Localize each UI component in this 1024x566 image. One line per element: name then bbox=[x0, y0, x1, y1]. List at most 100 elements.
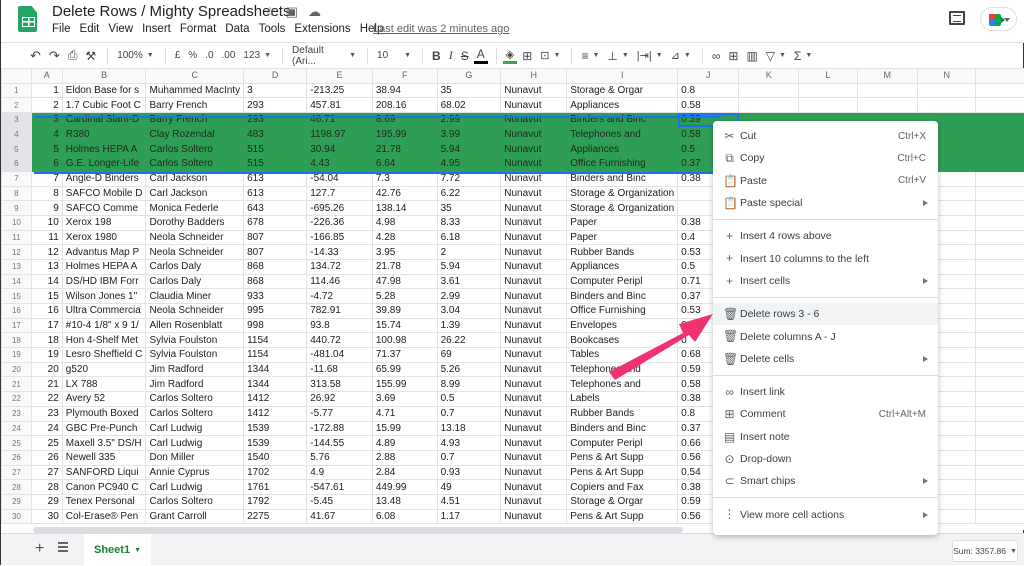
cell[interactable]: 868 bbox=[244, 274, 307, 289]
cell[interactable]: Clay Rozendal bbox=[146, 127, 244, 142]
cell[interactable]: 26 bbox=[31, 450, 62, 465]
cell[interactable]: 868 bbox=[244, 259, 307, 274]
vertical-align-icon[interactable]: ⊥▼ bbox=[604, 46, 631, 66]
column-header[interactable]: A bbox=[31, 69, 62, 84]
menu-item-smart-chips[interactable]: ⊂Smart chips bbox=[713, 470, 938, 492]
cell[interactable]: 8.69 bbox=[372, 113, 437, 128]
cell[interactable]: Appliances bbox=[567, 142, 678, 157]
cell[interactable]: 7.3 bbox=[372, 171, 437, 186]
cell[interactable]: 5.94 bbox=[437, 142, 501, 157]
cell[interactable] bbox=[976, 259, 1024, 274]
cell[interactable]: Binders and Binc bbox=[567, 421, 678, 436]
cell[interactable] bbox=[976, 406, 1024, 421]
cell[interactable]: 26.92 bbox=[307, 392, 373, 407]
currency-format-button[interactable]: £ bbox=[172, 46, 184, 66]
cell[interactable]: -144.55 bbox=[307, 436, 373, 451]
menu-item-view-more-cell-actions[interactable]: ⋮View more cell actions bbox=[713, 503, 938, 525]
row-header[interactable]: 22 bbox=[2, 392, 32, 407]
cell[interactable]: 195.99 bbox=[372, 127, 437, 142]
cell[interactable]: Wilson Jones 1" bbox=[62, 289, 146, 304]
merge-cells-icon[interactable]: ⊡▼ bbox=[537, 46, 563, 66]
comment-history-icon[interactable] bbox=[949, 11, 965, 25]
cell[interactable]: 0.8 bbox=[678, 83, 739, 98]
cell[interactable]: 2 bbox=[437, 245, 501, 260]
cell[interactable]: g520 bbox=[62, 362, 146, 377]
cell[interactable]: -166.85 bbox=[307, 230, 373, 245]
cell[interactable]: Nunavut bbox=[501, 157, 567, 172]
font-size-select[interactable]: 10▼ bbox=[374, 46, 414, 66]
cell[interactable] bbox=[976, 465, 1024, 480]
cell[interactable]: 3.69 bbox=[372, 392, 437, 407]
cell[interactable]: 6.18 bbox=[437, 230, 501, 245]
cell[interactable]: 100.98 bbox=[372, 333, 437, 348]
cell[interactable]: SANFORD Liqui bbox=[62, 465, 146, 480]
strikethrough-button[interactable]: S bbox=[458, 46, 472, 66]
cell[interactable]: 17 bbox=[31, 318, 62, 333]
cell[interactable]: 3.04 bbox=[437, 304, 501, 319]
cell[interactable]: 39.89 bbox=[372, 304, 437, 319]
cell[interactable]: 2.99 bbox=[437, 289, 501, 304]
undo-icon[interactable]: ↶ bbox=[27, 46, 44, 66]
cell[interactable]: 18 bbox=[31, 333, 62, 348]
menu-tools[interactable]: Tools bbox=[259, 23, 286, 35]
cell[interactable]: -4.72 bbox=[307, 289, 373, 304]
row-header[interactable]: 3 bbox=[2, 113, 32, 128]
cell[interactable]: 933 bbox=[244, 289, 307, 304]
sum-explore[interactable]: Sum: 3357.86▼ bbox=[952, 540, 1018, 562]
text-color-button[interactable]: A bbox=[474, 47, 488, 64]
row-header[interactable]: 27 bbox=[2, 465, 32, 480]
cell[interactable] bbox=[976, 377, 1024, 392]
menu-item-insert-4-rows-above[interactable]: +Insert 4 rows above bbox=[713, 225, 938, 247]
cell[interactable]: 138.14 bbox=[372, 201, 437, 216]
star-icon[interactable]: ☆ bbox=[264, 4, 276, 20]
cell[interactable]: 6.22 bbox=[437, 186, 501, 201]
cell[interactable]: Storage & Organization bbox=[567, 186, 678, 201]
cell[interactable]: Office Furnishing bbox=[567, 304, 678, 319]
document-title[interactable]: Delete Rows / Mighty Spreadsheets bbox=[52, 3, 290, 20]
cell[interactable]: 6.64 bbox=[372, 157, 437, 172]
column-header[interactable]: G bbox=[437, 69, 501, 84]
cell[interactable]: Computer Peripl bbox=[567, 436, 678, 451]
cell[interactable] bbox=[976, 392, 1024, 407]
cell[interactable]: 1344 bbox=[244, 377, 307, 392]
cell[interactable]: 1539 bbox=[244, 436, 307, 451]
cell[interactable]: Storage & Orgar bbox=[567, 83, 678, 98]
cell[interactable] bbox=[976, 230, 1024, 245]
row-header[interactable]: 30 bbox=[2, 509, 32, 524]
cell[interactable]: 93.8 bbox=[307, 318, 373, 333]
cell[interactable]: 1154 bbox=[244, 348, 307, 363]
cell[interactable] bbox=[739, 98, 799, 113]
cell[interactable]: Plymouth Boxed bbox=[62, 406, 146, 421]
cell[interactable]: 15.99 bbox=[372, 421, 437, 436]
select-all-corner[interactable] bbox=[2, 69, 32, 84]
text-rotation-icon[interactable]: ⊿▼ bbox=[668, 46, 694, 66]
cell[interactable]: 4 bbox=[31, 127, 62, 142]
cell[interactable]: Carl Ludwig bbox=[146, 480, 244, 495]
column-header[interactable]: F bbox=[372, 69, 437, 84]
cell[interactable] bbox=[976, 494, 1024, 509]
column-header[interactable]: H bbox=[501, 69, 567, 84]
cell[interactable]: 47.98 bbox=[372, 274, 437, 289]
cell[interactable]: Carlos Soltero bbox=[146, 494, 244, 509]
column-header[interactable]: E bbox=[307, 69, 373, 84]
row-header[interactable]: 6 bbox=[2, 157, 32, 172]
text-wrap-icon[interactable]: |⇥|▼ bbox=[634, 46, 666, 66]
cell[interactable]: Carlos Soltero bbox=[146, 406, 244, 421]
cell[interactable]: Nunavut bbox=[501, 480, 567, 495]
cell[interactable]: Barry French bbox=[146, 113, 244, 128]
cell[interactable]: Rubber Bands bbox=[567, 406, 678, 421]
cell[interactable]: Tables bbox=[567, 348, 678, 363]
cell[interactable] bbox=[976, 157, 1024, 172]
cell[interactable]: Carlos Soltero bbox=[146, 392, 244, 407]
cell[interactable]: 24 bbox=[31, 421, 62, 436]
cell[interactable]: 0.58 bbox=[678, 98, 739, 113]
insert-chart-icon[interactable]: ▥ bbox=[743, 46, 760, 66]
cell[interactable]: Carl Ludwig bbox=[146, 421, 244, 436]
cell[interactable]: GBC Pre-Punch bbox=[62, 421, 146, 436]
cell[interactable]: 643 bbox=[244, 201, 307, 216]
row-header[interactable]: 28 bbox=[2, 480, 32, 495]
cell[interactable]: 2.88 bbox=[372, 450, 437, 465]
cell[interactable]: Storage & Orgar bbox=[567, 494, 678, 509]
cell[interactable]: Nunavut bbox=[501, 171, 567, 186]
cell[interactable]: 5 bbox=[31, 142, 62, 157]
